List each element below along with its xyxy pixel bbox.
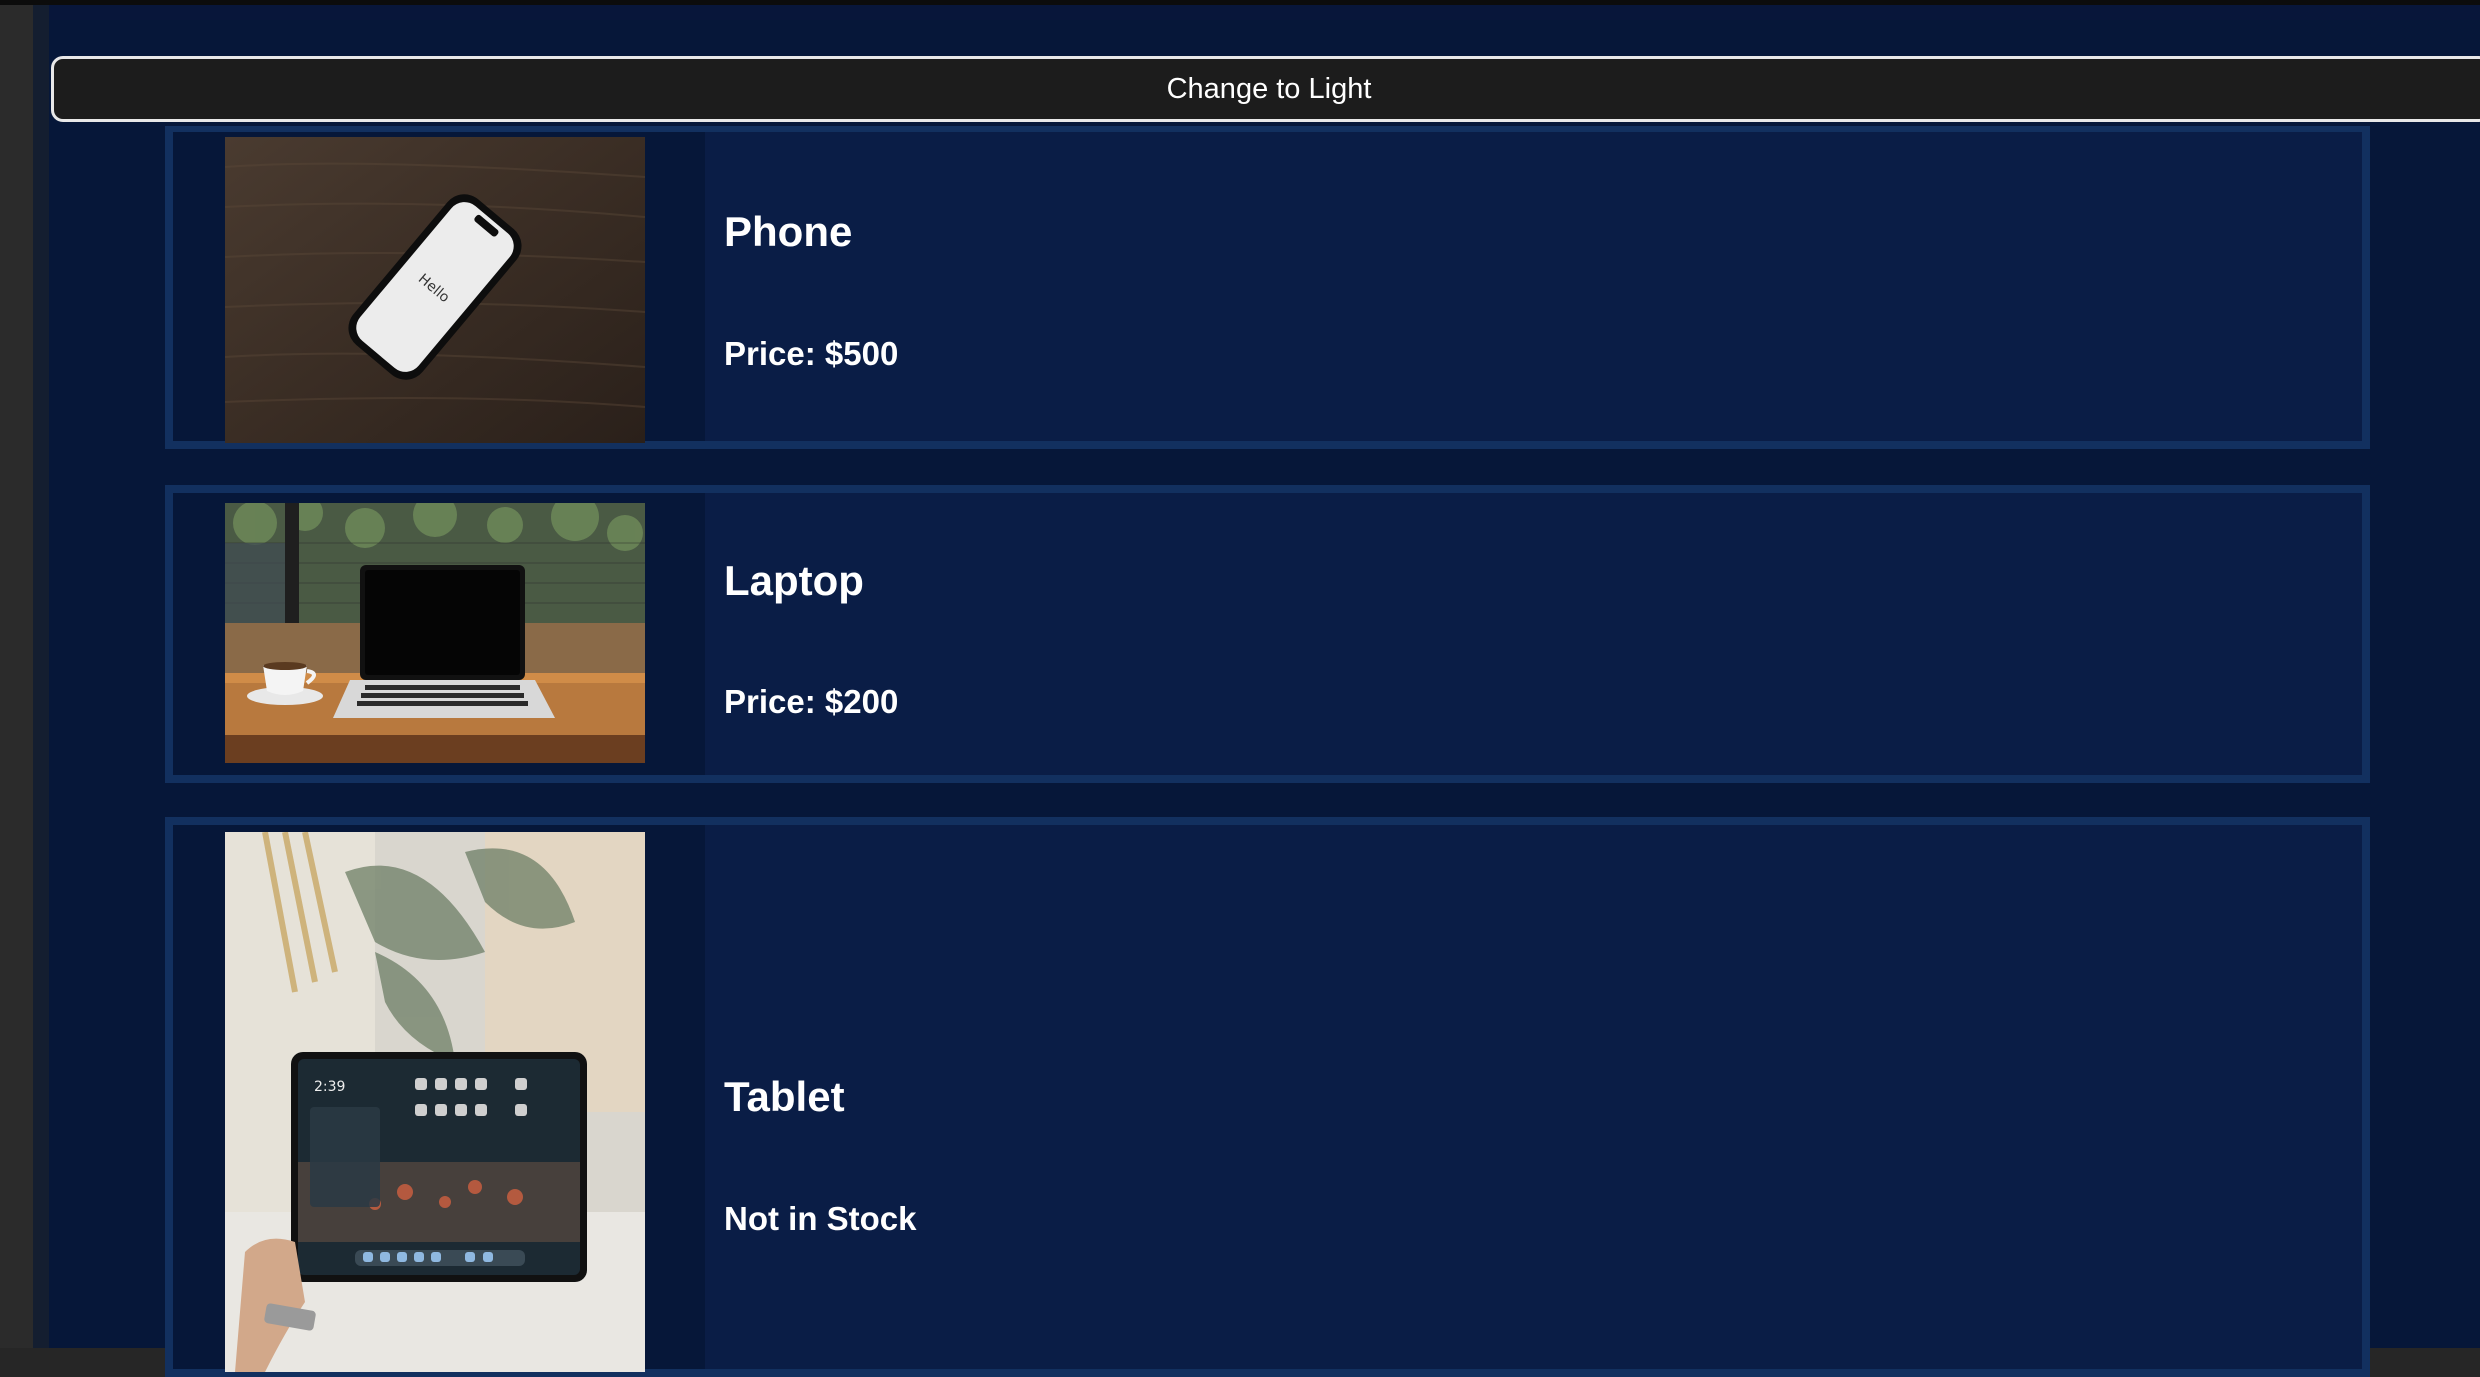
product-image-tablet: 2:39: [225, 832, 645, 1372]
product-price: Price: $500: [724, 335, 899, 372]
product-title: Laptop: [724, 557, 864, 604]
left-gutter: [0, 5, 33, 1348]
product-card-phone: Hello Phone Price: $500: [165, 126, 2370, 449]
tablet-clock: 2:39: [314, 1079, 345, 1095]
product-title: Tablet: [724, 1073, 845, 1120]
theme-toggle-button[interactable]: Change to Light: [51, 56, 2480, 122]
product-stock-status: Not in Stock: [724, 1200, 917, 1237]
product-title: Phone: [724, 208, 853, 255]
product-price: Price: $200: [724, 683, 899, 720]
left-gutter-inner: [33, 5, 49, 1348]
product-card-laptop: Laptop Price: $200: [165, 485, 2370, 783]
app-top-band: [49, 5, 2480, 20]
product-image-phone: Hello: [225, 137, 645, 443]
product-image-laptop: [225, 503, 645, 763]
product-card-tablet: 2:39 Tablet Not in Stock: [165, 817, 2370, 1377]
